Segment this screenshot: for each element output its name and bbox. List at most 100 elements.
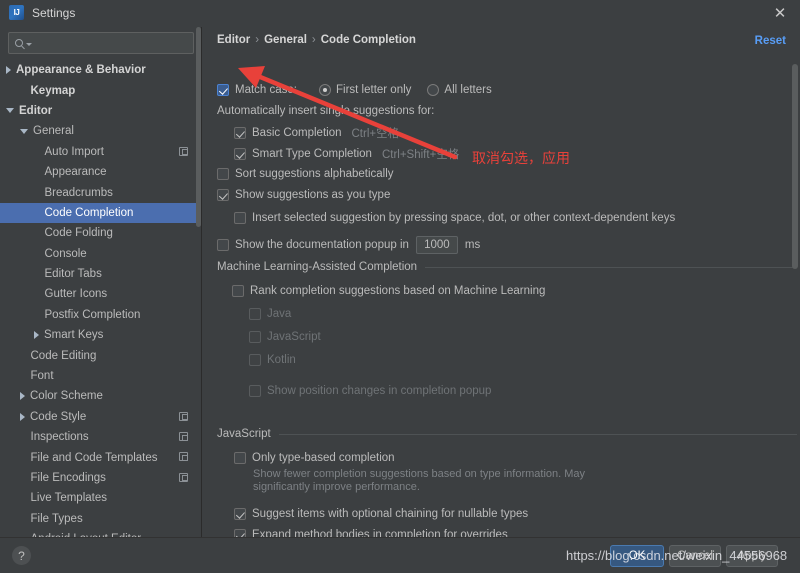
sidebar-item-label: Gutter Icons <box>44 288 108 301</box>
window-title: Settings <box>32 5 76 20</box>
sidebar-item-auto-import[interactable]: Auto Import <box>0 142 202 162</box>
basic-completion-shortcut: Ctrl+空格 <box>351 128 400 140</box>
sidebar-item-android-layout-editor[interactable]: Android Layout Editor <box>0 529 202 537</box>
sidebar-item-editor-tabs[interactable]: Editor Tabs <box>0 264 202 284</box>
copy-settings-icon[interactable] <box>179 472 188 482</box>
sidebar-item-font[interactable]: Font <box>0 366 202 386</box>
match-case-first-letter-option[interactable]: First letter only <box>319 84 411 96</box>
copy-settings-icon[interactable] <box>179 146 188 156</box>
breadcrumb-item-editor[interactable]: Editor <box>217 34 250 46</box>
main-panel-scrollbar[interactable] <box>792 64 798 269</box>
only-type-based-desc-line2: significantly improve performance. <box>253 481 420 493</box>
ml-javascript-label: JavaScript <box>267 331 321 343</box>
all-letters-label: All letters <box>444 84 492 96</box>
close-icon[interactable]: ✕ <box>772 6 788 22</box>
sidebar-item-breadcrumbs[interactable]: Breadcrumbs <box>0 182 202 202</box>
sidebar-item-label: General <box>33 125 74 138</box>
sidebar-item-code-style[interactable]: Code Style <box>0 407 202 427</box>
sidebar-item-keymap[interactable]: Keymap <box>0 80 202 100</box>
help-button[interactable]: ? <box>12 546 31 565</box>
doc-popup-checkbox[interactable] <box>217 239 229 251</box>
sidebar-item-console[interactable]: Console <box>0 244 202 264</box>
cancel-button[interactable]: Cancel <box>669 545 721 567</box>
show-suggestions-checkbox[interactable] <box>217 189 229 201</box>
breadcrumb-item-code-completion: Code Completion <box>320 34 416 46</box>
sidebar-item-appearance[interactable]: Appearance <box>0 162 202 182</box>
sidebar-item-label: Keymap <box>30 84 76 97</box>
doc-popup-row: Show the documentation popup in ms <box>217 236 480 254</box>
match-case-all-letters-option[interactable]: All letters <box>427 84 492 96</box>
chevron-right-icon[interactable] <box>34 331 39 340</box>
optional-chaining-checkbox[interactable] <box>234 508 246 520</box>
sidebar-item-code-editing[interactable]: Code Editing <box>0 345 202 365</box>
chevron-right-icon[interactable] <box>20 412 25 421</box>
title-bar: Settings ✕ <box>0 0 800 27</box>
optional-chaining-row: Suggest items with optional chaining for… <box>234 508 528 520</box>
breadcrumb-separator: › <box>311 34 316 46</box>
sidebar-item-color-scheme[interactable]: Color Scheme <box>0 386 202 406</box>
sidebar-item-code-folding[interactable]: Code Folding <box>0 223 202 243</box>
apply-button[interactable]: Apply <box>726 545 778 567</box>
sidebar-item-label: Console <box>44 247 87 260</box>
sort-alphabetically-checkbox[interactable] <box>217 168 229 180</box>
sidebar-item-code-completion[interactable]: Code Completion <box>0 202 202 224</box>
copy-settings-icon[interactable] <box>179 411 188 421</box>
ml-rank-row: Rank completion suggestions based on Mac… <box>232 285 545 297</box>
optional-chaining-label: Suggest items with optional chaining for… <box>252 508 529 520</box>
chevron-right-icon[interactable] <box>20 392 25 401</box>
sidebar-item-file-and-code-templates[interactable]: File and Code Templates <box>0 447 202 467</box>
expand-bodies-checkbox[interactable] <box>234 529 246 537</box>
sidebar-item-appearance-behavior[interactable]: Appearance & Behavior <box>0 60 202 80</box>
js-section-title: JavaScript <box>217 428 271 440</box>
ml-show-position-label: Show position changes in completion popu… <box>267 385 492 397</box>
ml-kotlin-checkbox[interactable] <box>249 354 261 366</box>
sidebar-item-general[interactable]: General <box>0 121 202 141</box>
all-letters-radio[interactable] <box>427 84 440 96</box>
sidebar-item-label: Editor Tabs <box>44 268 102 281</box>
smart-type-completion-label: Smart Type Completion <box>252 148 372 160</box>
chevron-down-icon[interactable] <box>20 128 28 134</box>
ml-rank-checkbox[interactable] <box>232 285 244 297</box>
copy-settings-icon[interactable] <box>179 432 188 442</box>
search-input[interactable] <box>35 37 193 49</box>
sidebar-item-gutter-icons[interactable]: Gutter Icons <box>0 284 202 304</box>
match-case-checkbox[interactable] <box>217 84 229 96</box>
sidebar-item-editor[interactable]: Editor <box>0 101 202 121</box>
sidebar-item-postfix-completion[interactable]: Postfix Completion <box>0 305 202 325</box>
sidebar-item-file-encodings[interactable]: File Encodings <box>0 468 202 488</box>
ok-button[interactable]: OK <box>610 545 664 567</box>
js-section-header: JavaScript <box>217 428 800 440</box>
search-field-wrapper <box>8 32 194 54</box>
ml-java-checkbox[interactable] <box>249 308 261 320</box>
reset-link[interactable]: Reset <box>755 35 786 47</box>
sidebar-item-file-types[interactable]: File Types <box>0 509 202 529</box>
chevron-right-icon[interactable] <box>6 66 11 75</box>
settings-sidebar: Appearance & Behavior Keymap Editor General… <box>0 27 202 537</box>
only-type-based-checkbox[interactable] <box>234 452 246 464</box>
sidebar-item-live-templates[interactable]: Live Templates <box>0 488 202 508</box>
insert-selected-checkbox[interactable] <box>234 212 246 224</box>
chevron-down-icon[interactable] <box>6 108 14 114</box>
match-case-label: Match case: <box>235 84 297 96</box>
chevron-down-icon[interactable] <box>26 43 32 46</box>
breadcrumb-item-general[interactable]: General <box>264 34 307 46</box>
insert-selected-label: Insert selected suggestion by pressing s… <box>252 212 676 224</box>
sidebar-item-label: Live Templates <box>30 492 108 505</box>
sidebar-item-smart-keys[interactable]: Smart Keys <box>0 325 202 345</box>
smart-type-completion-checkbox[interactable] <box>234 148 246 160</box>
copy-settings-icon[interactable] <box>179 452 188 462</box>
doc-popup-delay-input[interactable] <box>415 236 458 254</box>
sidebar-item-inspections[interactable]: Inspections <box>0 427 202 447</box>
ml-rank-label: Rank completion suggestions based on Mac… <box>250 285 546 297</box>
ml-show-position-checkbox[interactable] <box>249 385 261 397</box>
basic-completion-checkbox[interactable] <box>234 127 246 139</box>
first-letter-only-radio[interactable] <box>319 84 331 96</box>
ml-javascript-checkbox[interactable] <box>249 331 261 343</box>
